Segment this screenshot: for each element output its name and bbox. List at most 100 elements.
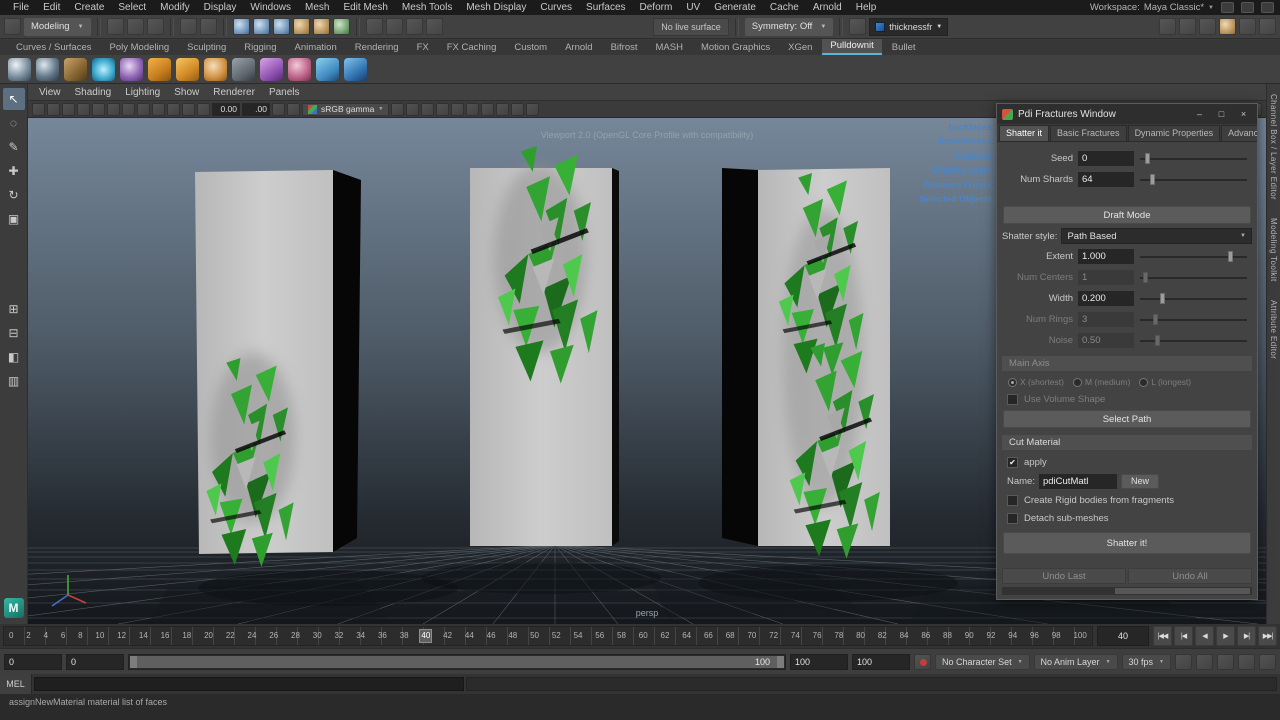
fractures-tab-advanced-fr[interactable]: Advanced Fr	[1221, 125, 1257, 141]
frame-22[interactable]: 22	[225, 630, 236, 642]
isolate-select-icon[interactable]	[526, 103, 539, 116]
frame-92[interactable]: 92	[986, 630, 997, 642]
tool-icon-[interactable]: ↖	[3, 88, 25, 110]
no-live-surface-button[interactable]: No live surface	[653, 18, 729, 36]
num-shards-field[interactable]: 64	[1078, 172, 1134, 187]
panel-menu-renderer[interactable]: Renderer	[206, 87, 262, 98]
save-scene-icon[interactable]	[147, 18, 164, 35]
mute-icon[interactable]	[1217, 654, 1234, 670]
construction-history-icon[interactable]	[406, 18, 423, 35]
shelf-tab-poly-modeling[interactable]: Poly Modeling	[102, 41, 178, 55]
resolution-gate-icon[interactable]	[167, 103, 180, 116]
shelf-tab-bullet[interactable]: Bullet	[884, 41, 924, 55]
exposure-field[interactable]: 0.00	[212, 103, 240, 116]
frame-28[interactable]: 28	[290, 630, 301, 642]
menu-mesh[interactable]: Mesh	[298, 2, 336, 13]
motion-blur-icon[interactable]	[481, 103, 494, 116]
extent-slider[interactable]	[1140, 249, 1247, 264]
frame-16[interactable]: 16	[160, 630, 171, 642]
menu-surfaces[interactable]: Surfaces	[579, 2, 632, 13]
num-shards-slider[interactable]	[1140, 172, 1247, 187]
frame-66[interactable]: 66	[703, 630, 714, 642]
seed-field[interactable]: 0	[1078, 151, 1134, 166]
sphere-shatter-tool-icon[interactable]	[36, 58, 59, 81]
clay-tool-icon[interactable]	[204, 58, 227, 81]
grease-pencil-icon[interactable]	[122, 103, 135, 116]
width-field[interactable]: 0.200	[1078, 291, 1134, 306]
frame-50[interactable]: 50	[529, 630, 540, 642]
tool-icon-[interactable]: ▣	[3, 208, 25, 230]
fps-selector[interactable]: 30 fps ▼	[1122, 654, 1171, 670]
playback-button-[interactable]: |◀	[1174, 626, 1193, 646]
frame-62[interactable]: 62	[660, 630, 671, 642]
menu-generate[interactable]: Generate	[707, 2, 763, 13]
menu-edit[interactable]: Edit	[36, 2, 67, 13]
extent-field[interactable]: 1.000	[1078, 249, 1134, 264]
lighting-icon[interactable]	[436, 103, 449, 116]
anim-layer-selector[interactable]: No Anim Layer ▼	[1034, 654, 1118, 670]
bookmark-icon[interactable]	[77, 103, 90, 116]
frame-68[interactable]: 68	[725, 630, 736, 642]
redo-icon[interactable]	[200, 18, 217, 35]
select-path-button[interactable]: Select Path	[1003, 410, 1251, 428]
shelf-tab-curves-surfaces[interactable]: Curves / Surfaces	[8, 41, 100, 55]
gamma-icon[interactable]	[287, 103, 300, 116]
frame-52[interactable]: 52	[551, 630, 562, 642]
make-live-icon[interactable]	[333, 18, 350, 35]
pickaxe-tool-icon[interactable]	[64, 58, 87, 81]
shelf-tab-fx-caching[interactable]: FX Caching	[439, 41, 505, 55]
checkbox-checked-icon[interactable]: ✔	[1007, 457, 1018, 468]
quick-selection-field[interactable]: thicknessfr ▼	[869, 18, 948, 36]
render-current-frame-icon[interactable]	[1159, 18, 1176, 35]
shelf-tab-rigging[interactable]: Rigging	[236, 41, 284, 55]
tool-icon-[interactable]: ↻	[3, 184, 25, 206]
snap-grid-icon[interactable]	[233, 18, 250, 35]
workspace-lock-icon[interactable]	[1221, 2, 1234, 13]
menu-edit-mesh[interactable]: Edit Mesh	[336, 2, 394, 13]
material-name-field[interactable]: pdiCutMatl	[1039, 474, 1117, 489]
draft-mode-button[interactable]: Draft Mode	[1003, 206, 1251, 224]
camera-attributes-icon[interactable]	[62, 103, 75, 116]
tool-icon-[interactable]: ✚	[3, 160, 25, 182]
window-title-bar[interactable]: Pdi Fractures Window – □ ×	[997, 104, 1257, 124]
frame-14[interactable]: 14	[138, 630, 149, 642]
minimize-button[interactable]: –	[1191, 107, 1208, 122]
frame-2[interactable]: 2	[25, 630, 31, 642]
tool-icon-[interactable]: ✎	[3, 136, 25, 158]
exposure-icon[interactable]	[272, 103, 285, 116]
fractures-tab-shatter-it[interactable]: Shatter it	[999, 125, 1049, 141]
frame-6[interactable]: 6	[60, 630, 66, 642]
wrench-tool-icon[interactable]	[232, 58, 255, 81]
layout-pane-icon-[interactable]: ◧	[3, 346, 25, 368]
frame-46[interactable]: 46	[486, 630, 497, 642]
playback-end-field[interactable]: 100	[790, 654, 848, 670]
frame-0[interactable]: 0	[8, 630, 14, 642]
close-button[interactable]: ×	[1235, 107, 1252, 122]
frame-34[interactable]: 34	[355, 630, 366, 642]
symmetry-selector[interactable]: Symmetry: Off ▼	[745, 18, 833, 36]
field-chart-icon[interactable]	[197, 103, 210, 116]
menu-select[interactable]: Select	[111, 2, 153, 13]
help-panel-icon[interactable]	[1261, 2, 1274, 13]
script-editor-icon[interactable]	[1259, 654, 1276, 670]
command-language-toggle[interactable]: MEL	[0, 674, 32, 694]
paint-effects-icon[interactable]	[1239, 18, 1256, 35]
scrollbar-thumb[interactable]	[1115, 588, 1250, 594]
menu-file[interactable]: File	[6, 2, 36, 13]
playback-start-field[interactable]: 0	[66, 654, 124, 670]
frame-72[interactable]: 72	[768, 630, 779, 642]
shelf-tab-xgen[interactable]: XGen	[780, 41, 820, 55]
shelf-tab-fx[interactable]: FX	[409, 41, 437, 55]
toolbox-icon[interactable]	[1259, 18, 1276, 35]
wood-shatter-tool-icon[interactable]	[148, 58, 171, 81]
graph-editor-icon[interactable]	[1196, 654, 1213, 670]
layout-pane-icon-[interactable]: ⊞	[3, 298, 25, 320]
sidebar-tab-modeling-toolkit[interactable]: Modeling Toolkit	[1269, 218, 1278, 282]
shading-smooth-icon[interactable]	[406, 103, 419, 116]
menu-set-toggle-icon[interactable]	[4, 18, 21, 35]
range-slider-bar[interactable]: 100	[130, 656, 784, 668]
select-camera-icon[interactable]	[32, 103, 45, 116]
frame-64[interactable]: 64	[681, 630, 692, 642]
sidebar-tab-attribute-editor[interactable]: Attribute Editor	[1269, 300, 1278, 359]
workspace-selector[interactable]: Workspace: Maya Classic* ▼	[1090, 2, 1274, 13]
